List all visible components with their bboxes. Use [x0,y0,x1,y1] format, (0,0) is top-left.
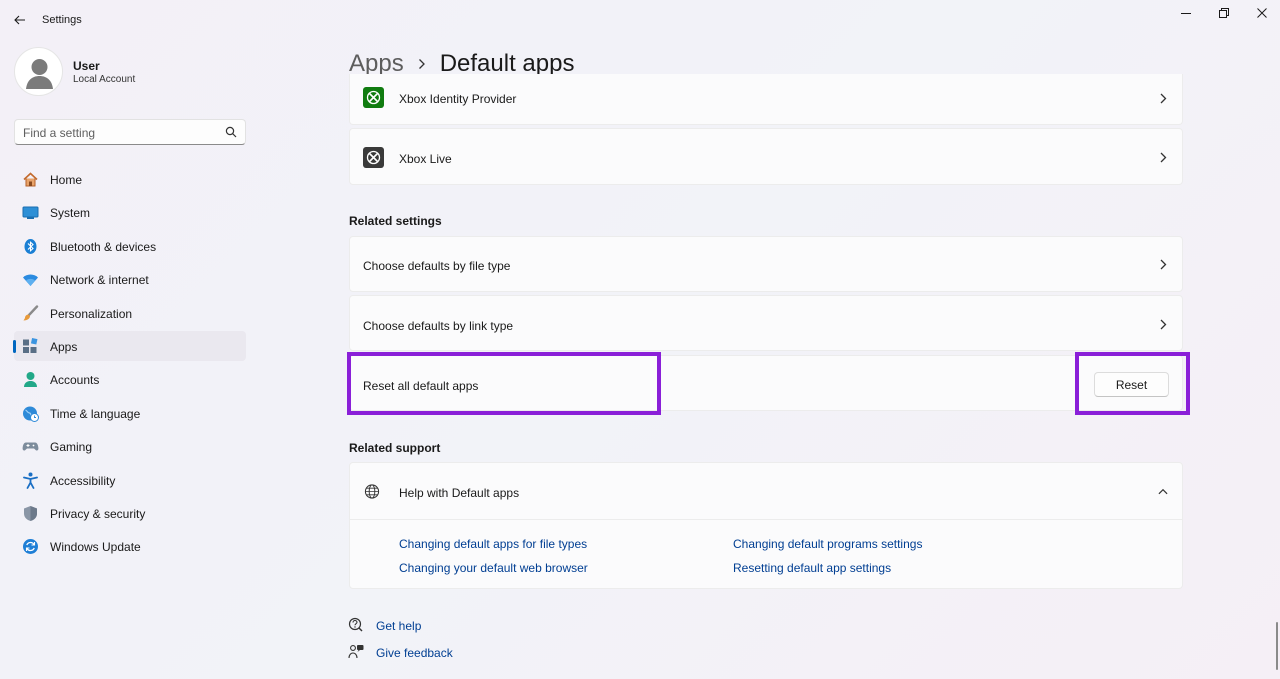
give-feedback-link[interactable]: Give feedback [376,646,453,660]
back-arrow-icon [14,15,25,25]
sidebar-item-label: Apps [50,339,78,354]
sidebar-item-accounts[interactable]: Accounts [14,364,246,394]
clock-globe-icon [22,405,39,422]
get-help-icon [348,617,364,633]
person-icon [22,371,39,388]
help-link-file-types[interactable]: Changing default apps for file types [399,537,587,551]
sidebar-item-label: Bluetooth & devices [50,239,157,254]
sidebar-item-label: Accessibility [50,473,116,488]
sidebar-item-gaming[interactable]: Gaming [14,431,246,461]
app-row-xbox-identity-provider[interactable]: Xbox Identity Provider [349,74,1183,125]
sidebar-item-privacy[interactable]: Privacy & security [14,498,246,528]
related-settings-heading: Related settings [349,214,442,228]
sidebar-item-label: Gaming [50,440,93,455]
vertical-scrollbar[interactable] [1276,622,1278,670]
back-button[interactable] [9,10,31,30]
help-link-resetting[interactable]: Resetting default app settings [733,561,891,575]
chevron-right-icon [1158,92,1168,104]
row-label: Choose defaults by file type [363,259,511,273]
highlight-box-reset-button [1075,352,1190,415]
help-with-default-apps-card: Help with Default apps Changing default … [349,462,1183,589]
xbox-green-icon [363,87,384,108]
chevron-right-icon [1158,318,1168,330]
row-label: Choose defaults by link type [363,319,514,333]
search-icon[interactable] [225,126,237,138]
account-type: Local Account [73,74,136,85]
sidebar-item-label: Time & language [50,406,141,421]
sidebar-item-personalization[interactable]: Personalization [14,298,246,328]
bluetooth-icon [22,238,39,255]
sidebar-nav: Home System Bluetooth & devices Network … [13,164,246,565]
sidebar-item-label: Personalization [50,306,133,321]
update-icon [22,538,39,555]
sidebar-item-windows-update[interactable]: Windows Update [14,531,246,561]
sidebar-item-label: Network & internet [50,273,149,288]
chevron-right-icon [1158,151,1168,163]
home-icon [22,171,39,188]
system-icon [22,204,39,221]
sidebar-item-label: Privacy & security [50,506,146,521]
chevron-up-icon [1158,485,1168,497]
sidebar-item-accessibility[interactable]: Accessibility [14,465,246,495]
restore-button[interactable] [1207,4,1241,22]
globe-icon [364,483,380,499]
close-icon [1257,8,1267,18]
gamepad-icon [22,438,39,455]
apps-icon [22,337,39,355]
wifi-icon [22,271,39,288]
sidebar-item-label: System [50,206,91,221]
title-bar: Settings [0,0,1280,40]
user-name: User [73,59,100,73]
sidebar-item-home[interactable]: Home [14,164,246,194]
chevron-right-icon [418,57,428,71]
user-profile[interactable]: User Local Account [14,47,254,97]
search-box[interactable] [14,119,246,145]
feedback-icon [348,644,364,660]
highlight-box-reset-label [347,352,661,415]
sidebar-item-system[interactable]: System [14,197,246,227]
choose-defaults-link-type-row[interactable]: Choose defaults by link type [349,295,1183,351]
app-row-xbox-live[interactable]: Xbox Live [349,128,1183,185]
sidebar-item-network[interactable]: Network & internet [14,264,246,294]
sidebar-item-time-language[interactable]: Time & language [14,398,246,428]
shield-icon [22,505,39,522]
window-title: Settings [42,14,82,26]
sidebar-item-label: Windows Update [50,540,141,555]
restore-icon [1219,8,1229,18]
app-name: Xbox Live [399,152,452,166]
help-link-web-browser[interactable]: Changing your default web browser [399,561,588,575]
sidebar-item-label: Accounts [50,373,100,388]
sidebar-item-bluetooth[interactable]: Bluetooth & devices [14,231,246,261]
accessibility-icon [22,472,39,489]
minimize-button[interactable] [1169,4,1203,22]
close-button[interactable] [1245,4,1279,22]
minimize-icon [1181,13,1191,14]
get-help-link[interactable]: Get help [376,619,421,633]
help-link-default-programs[interactable]: Changing default programs settings [733,537,922,551]
choose-defaults-file-type-row[interactable]: Choose defaults by file type [349,236,1183,292]
help-title: Help with Default apps [399,486,520,500]
search-input[interactable] [23,124,218,142]
related-support-heading: Related support [349,441,441,455]
avatar-person-icon [26,59,53,89]
sidebar-item-apps[interactable]: Apps [13,330,246,361]
brush-icon [22,304,39,322]
xbox-dark-icon [363,147,384,168]
sidebar-item-label: Home [50,173,83,187]
help-expander-header[interactable]: Help with Default apps [350,463,1182,520]
app-name: Xbox Identity Provider [399,92,517,106]
chevron-right-icon [1158,258,1168,270]
avatar [14,47,63,96]
